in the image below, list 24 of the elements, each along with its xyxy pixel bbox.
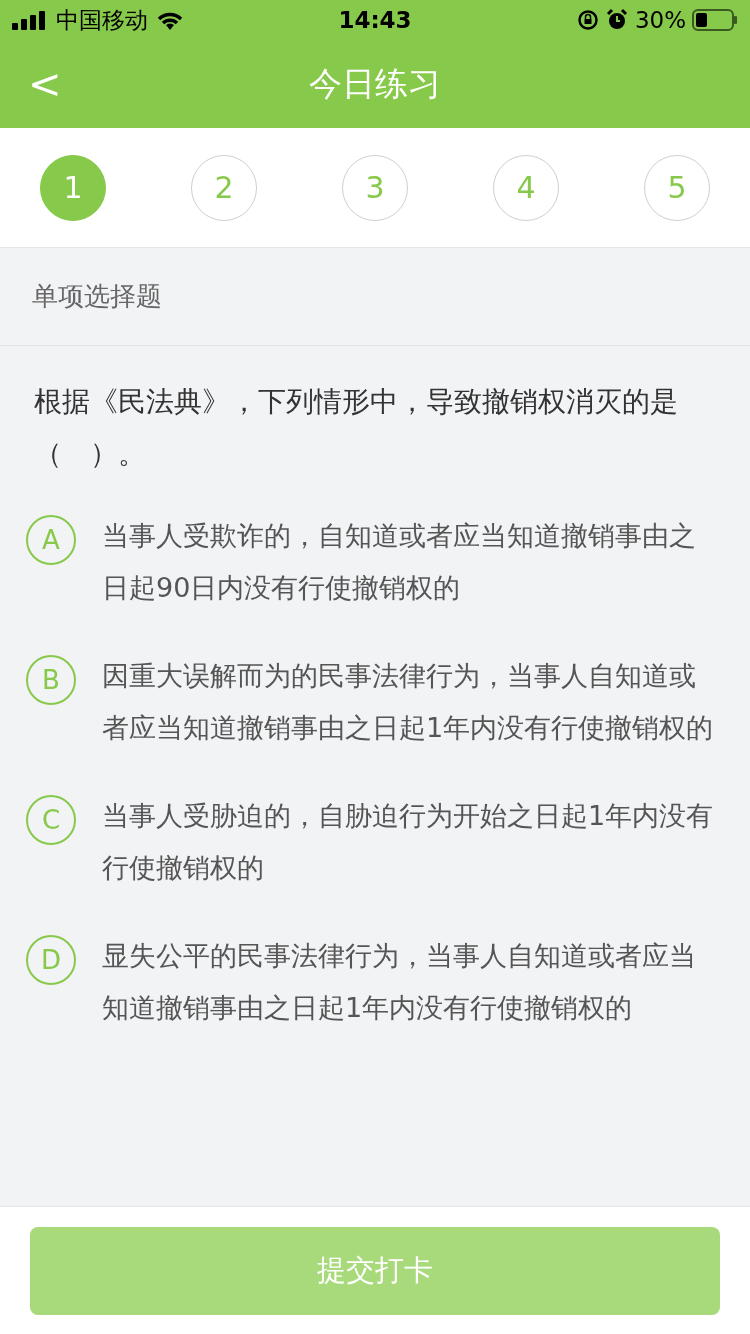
option-letter[interactable]: B — [26, 655, 76, 705]
question-text: 根据《民法典》，下列情形中，导致撤销权消灭的是（ ）。 — [34, 384, 679, 472]
alarm-icon — [604, 8, 629, 32]
question-number-tab[interactable]: 3 — [342, 154, 408, 221]
question-type: 单项选择题 — [32, 280, 162, 313]
back-button[interactable]: < — [24, 64, 66, 104]
question-number-tab[interactable]: 1 — [40, 154, 106, 221]
question-number-tab[interactable]: 2 — [191, 154, 257, 221]
option-letter[interactable]: C — [26, 795, 76, 845]
option-text: 当事人受胁迫的，自胁迫行为开始之日起1年内没有行使撤销权的 — [102, 799, 715, 885]
page-title: 今日练习 — [309, 64, 441, 104]
rotation-lock-icon — [576, 9, 599, 31]
clock-time: 14:43 — [338, 6, 412, 33]
option-text: 显失公平的民事法律行为，当事人自知道或者应当知道撤销事由之日起1年内没有行使撤销权的 — [102, 939, 697, 1025]
question-number-tab[interactable]: 5 — [644, 154, 710, 221]
carrier-name: 中国移动 — [56, 5, 148, 35]
battery-percent: 30% — [634, 5, 686, 35]
option-text: 当事人受欺诈的，自知道或者应当知道撤销事由之日起90日内没有行使撤销权的 — [102, 519, 697, 605]
option-text: 因重大误解而为的民事法律行为，当事人自知道或者应当知道撤销事由之日起1年内没有行使撤销权的 — [102, 659, 715, 745]
option-letter[interactable]: A — [26, 515, 76, 565]
question-number-tab[interactable]: 4 — [493, 154, 559, 221]
battery-icon — [692, 9, 738, 31]
signal-icon — [12, 10, 48, 30]
option-letter[interactable]: D — [26, 935, 76, 985]
